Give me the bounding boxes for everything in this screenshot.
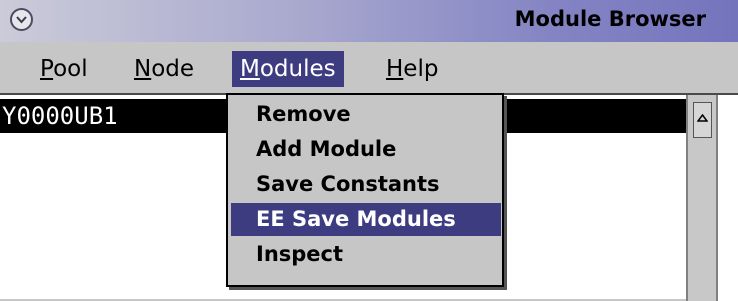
menu-help-mnemonic: H (386, 56, 404, 82)
window-menu-button[interactable] (10, 8, 33, 31)
chevron-down-icon (16, 16, 27, 24)
menu-item-ee-save-modules[interactable]: EE Save Modules (231, 203, 501, 236)
menu-item-add-module[interactable]: Add Module (228, 133, 502, 166)
menu-item-remove[interactable]: Remove (228, 98, 502, 131)
menu-item-inspect[interactable]: Inspect (228, 238, 502, 271)
list-right-margin (718, 95, 738, 301)
modules-dropdown-menu: Remove Add Module Save Constants EE Save… (226, 93, 504, 287)
menu-pool[interactable]: Pool (32, 51, 96, 87)
scroll-up-button[interactable] (693, 102, 712, 138)
menu-modules-mnemonic: M (240, 56, 260, 82)
menu-modules[interactable]: Modules (232, 51, 344, 87)
window-title: Module Browser (514, 7, 706, 31)
menu-bar: Pool Node Modules Help (0, 42, 738, 93)
vertical-scrollbar[interactable] (686, 95, 718, 301)
menu-item-save-constants[interactable]: Save Constants (228, 168, 502, 201)
menu-pool-label: ool (53, 56, 88, 82)
menu-pool-mnemonic: P (40, 56, 54, 82)
menu-modules-label: odules (259, 56, 336, 82)
menu-node-mnemonic: N (134, 56, 152, 82)
title-bar: Module Browser (0, 0, 738, 42)
arrow-up-icon (697, 114, 708, 122)
menu-help[interactable]: Help (378, 51, 446, 87)
menu-node[interactable]: Node (126, 51, 202, 87)
menu-node-label: ode (151, 56, 195, 82)
menu-help-label: elp (403, 56, 439, 82)
